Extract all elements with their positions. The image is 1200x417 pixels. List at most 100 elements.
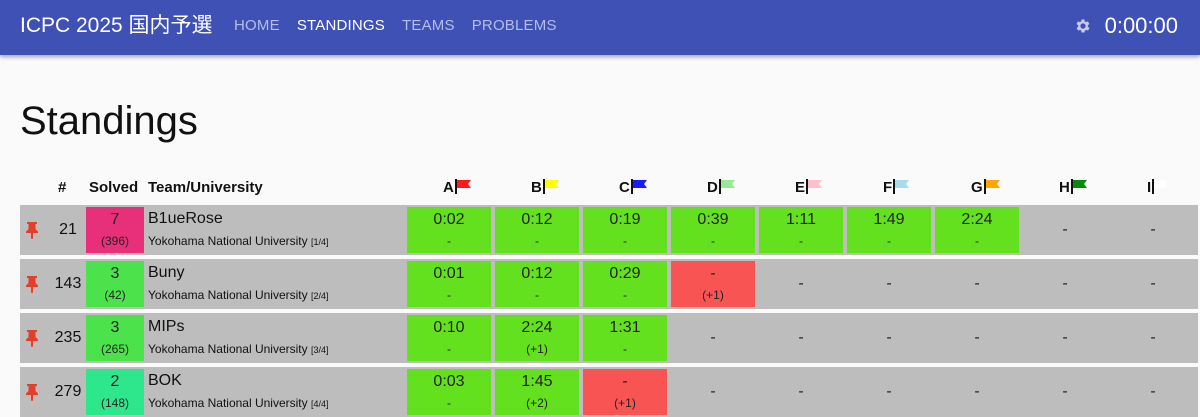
university-team-index: [4/4] [310,399,329,409]
university-name: Yokohama National University [148,288,308,302]
solved-count: 3 [110,319,120,336]
table-row[interactable]: 279 2 (148) BOK Yokohama National University… [20,367,1198,417]
team-cell: BOK Yokohama National University [4/4] [148,369,398,415]
cell-time: 2:24 [961,211,993,228]
problem-header-i[interactable]: I [1147,178,1169,198]
cell-tries: - [623,342,627,356]
problem-cell-f: - [847,261,931,307]
problem-cell-g: - [935,315,1019,361]
university-team-index: [2/4] [310,291,329,301]
cell-time: 1:11 [786,211,816,228]
problem-cell-e: - [759,315,843,361]
university-line: Yokohama National University [1/4] [148,233,398,250]
solved-cell: 3 (42) [86,261,144,307]
problem-cell-d: - (+1) [671,261,755,307]
cell-time: - [886,275,892,292]
solved-count: 2 [110,373,120,390]
problem-cell-b: 0:12 - [495,207,579,253]
team-name[interactable]: BOK [148,371,398,391]
cell-time: - [1150,329,1156,346]
problem-cell-h: - [1023,369,1107,415]
nav-teams[interactable]: TEAMS [402,17,455,35]
problem-letter: F [883,179,893,196]
problem-header-a[interactable]: A [443,178,472,198]
nav-standings[interactable]: STANDINGS [297,17,385,35]
cell-tries: (+1) [702,288,724,302]
problem-header-g[interactable]: G [971,178,1001,198]
problem-cell-g: - [935,261,1019,307]
problem-header-f[interactable]: F [883,178,910,198]
nav-problems[interactable]: PROBLEMS [472,17,557,35]
cell-time: 1:31 [609,319,641,336]
problem-cell-g: 2:24 - [935,207,1019,253]
cell-time: - [974,275,980,292]
problem-cell-g: - [935,369,1019,415]
problem-cell-a: 0:01 - [407,261,491,307]
cell-time: 1:49 [873,211,905,228]
pin-icon[interactable] [25,329,39,347]
cell-time: - [1062,329,1068,346]
problem-header-h[interactable]: H [1059,178,1088,198]
balloon-flag-icon [806,179,823,194]
cell-time: 0:02 [433,211,465,228]
cell-tries: - [535,234,539,248]
table-row[interactable]: 143 3 (42) Buny Yokohama National University… [20,259,1198,309]
gear-icon[interactable] [1074,17,1092,35]
cell-tries: - [447,234,451,248]
cell-time: - [886,383,892,400]
cell-time: - [1150,383,1156,400]
problem-letter: E [795,179,806,196]
cell-tries: - [975,234,979,248]
cell-tries: (+1) [614,396,636,410]
penalty: (42) [104,288,126,302]
team-cell: MIPs Yokohama National University [3/4] [148,315,398,361]
cell-time: - [1062,221,1068,238]
problem-cell-i: - [1111,315,1195,361]
cell-time: 0:03 [433,373,465,390]
cell-time: - [1150,275,1156,292]
table-row[interactable]: 235 3 (265) MIPs Yokohama National Universit… [20,313,1198,363]
cell-time: - [710,265,716,282]
team-name[interactable]: MIPs [148,317,398,337]
problem-cell-a: 0:10 - [407,315,491,361]
pin-icon[interactable] [25,383,39,401]
problem-header-b[interactable]: B [531,178,560,198]
university-team-index: [1/4] [310,237,329,247]
problem-header-c[interactable]: C [619,178,648,198]
balloon-flag-icon [718,179,735,194]
solved-cell: 3 (265) [86,315,144,361]
solved-cell: 7 (396) [86,207,144,253]
balloon-flag-icon [630,179,647,194]
cell-tries: - [799,234,803,248]
problem-cell-c: 0:29 - [583,261,667,307]
app-bar: ICPC 2025 国内予選 HOME STANDINGS TEAMS PROB… [0,0,1200,55]
balloon-flag-icon [1070,179,1087,194]
cell-tries: - [887,234,891,248]
team-name[interactable]: Buny [148,263,398,283]
pin-icon[interactable] [25,275,39,293]
problem-cell-f: - [847,315,931,361]
table-row[interactable]: 21 7 (396) B1ueRose Yokohama National Univer… [20,205,1198,255]
team-name[interactable]: B1ueRose [148,209,398,229]
penalty: (396) [100,234,129,248]
nav-home[interactable]: HOME [234,17,280,35]
problem-cell-b: 2:24 (+1) [495,315,579,361]
balloon-flag-icon [542,179,559,194]
pin-icon[interactable] [25,221,39,239]
problem-letter: I [1147,179,1152,196]
problem-letter: G [971,179,983,196]
cell-time: 0:10 [433,319,465,336]
cell-time: 0:12 [521,211,553,228]
cell-tries: - [623,288,627,302]
cell-time: - [798,329,804,346]
problem-letter: C [619,179,630,196]
problem-cell-h: - [1023,207,1107,253]
balloon-flag-icon [893,179,910,194]
problem-cell-a: 0:02 - [407,207,491,253]
main-nav: HOME STANDINGS TEAMS PROBLEMS [234,17,557,35]
cell-time: - [974,329,980,346]
problem-header-d[interactable]: D [707,178,736,198]
cell-tries: - [711,234,715,248]
solved-count: 3 [110,265,120,282]
problem-header-e[interactable]: E [795,178,823,198]
